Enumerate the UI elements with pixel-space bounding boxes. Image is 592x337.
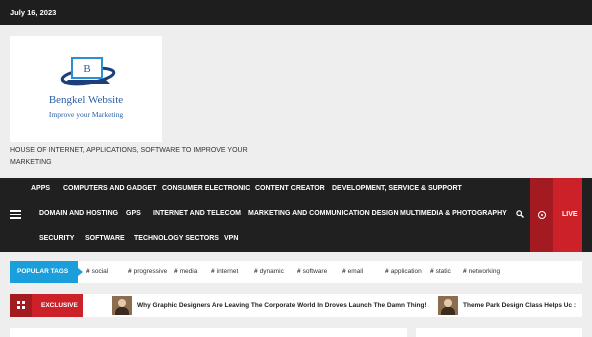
tag-progressive[interactable]: # progressive xyxy=(128,268,167,275)
nav-item-internet-and-telecom[interactable]: INTERNET AND TELECOM xyxy=(153,210,241,217)
site-description: HOUSE OF INTERNET, APPLICATIONS, SOFTWAR… xyxy=(10,147,248,166)
nav-item-content-creator[interactable]: CONTENT CREATOR xyxy=(255,185,325,192)
nav-item-technology-sectors[interactable]: TECHNOLOGY SECTORS xyxy=(134,235,219,242)
brand-tagline: Improve your Marketing xyxy=(48,110,124,119)
grid-icon xyxy=(10,294,32,317)
nav-item-vpn[interactable]: VPN xyxy=(224,235,238,242)
live-label: LIVE xyxy=(562,211,578,218)
news-headline[interactable]: Theme Park Design Class Helps Uc : xyxy=(463,302,576,309)
nav-item-apps[interactable]: APPS xyxy=(31,185,50,192)
brand-name: Bengkel Website xyxy=(48,94,124,106)
tag-email[interactable]: # email xyxy=(342,268,363,275)
nav-item-gps[interactable]: GPS xyxy=(126,210,141,217)
sidebar-card xyxy=(416,328,582,337)
live-icon xyxy=(538,211,546,219)
exclusive-label: EXCLUSIVE xyxy=(41,302,78,309)
top-bar: July 16, 2023 xyxy=(0,0,592,25)
tag-social[interactable]: # social xyxy=(86,268,108,275)
nav-item-domain-and-hosting[interactable]: DOMAIN AND HOSTING xyxy=(39,210,118,217)
laptop-logo-icon: B xyxy=(60,57,116,86)
current-date: July 16, 2023 xyxy=(10,8,57,17)
live-button[interactable]: LIVE xyxy=(530,178,582,252)
nav-item-development[interactable]: DEVELOPMENT, SERVICE & SUPPORT xyxy=(332,185,462,192)
popular-tags-bar: POPULAR TAGS # social # progressive # media… xyxy=(10,261,582,283)
nav-item-computers-and-gadget[interactable]: COMPUTERS AND GADGET xyxy=(63,185,156,192)
live-icon-area xyxy=(530,178,553,252)
popular-tags-label: POPULAR TAGS xyxy=(10,261,83,283)
news-thumbnail[interactable] xyxy=(438,296,458,315)
nav-item-software[interactable]: SOFTWARE xyxy=(85,235,125,242)
nav-item-consumer-electronic[interactable]: CONSUMER ELECTRONIC xyxy=(162,185,250,192)
search-icon[interactable] xyxy=(516,210,524,218)
hamburger-icon[interactable] xyxy=(10,210,21,219)
tag-dynamic[interactable]: # dynamic xyxy=(254,268,284,275)
news-thumbnail[interactable] xyxy=(112,296,132,315)
tag-application[interactable]: # application xyxy=(385,268,422,275)
nav-item-multimedia[interactable]: MULTIMEDIA & PHOTOGRAPHY xyxy=(400,210,507,217)
nav-item-security[interactable]: SECURITY xyxy=(39,235,74,242)
exclusive-ticker: EXCLUSIVE Why Graphic Designers Are Leav… xyxy=(10,294,582,317)
news-headline[interactable]: Why Graphic Designers Are Leaving The Co… xyxy=(137,302,427,309)
content-card xyxy=(10,328,407,337)
site-logo[interactable]: B Bengkel Website Improve your Marketing xyxy=(10,36,162,142)
tag-static[interactable]: # static xyxy=(430,268,451,275)
tag-software[interactable]: # software xyxy=(297,268,327,275)
tag-networking[interactable]: # networking xyxy=(463,268,500,275)
tag-internet[interactable]: # internet xyxy=(211,268,238,275)
svg-text:B: B xyxy=(83,63,90,75)
main-navigation: APPS COMPUTERS AND GADGET CONSUMER ELECT… xyxy=(0,178,592,252)
exclusive-badge: EXCLUSIVE xyxy=(10,294,83,317)
tag-media[interactable]: # media xyxy=(174,268,197,275)
nav-item-marketing[interactable]: MARKETING AND COMMUNICATION DESIGN xyxy=(248,210,399,217)
